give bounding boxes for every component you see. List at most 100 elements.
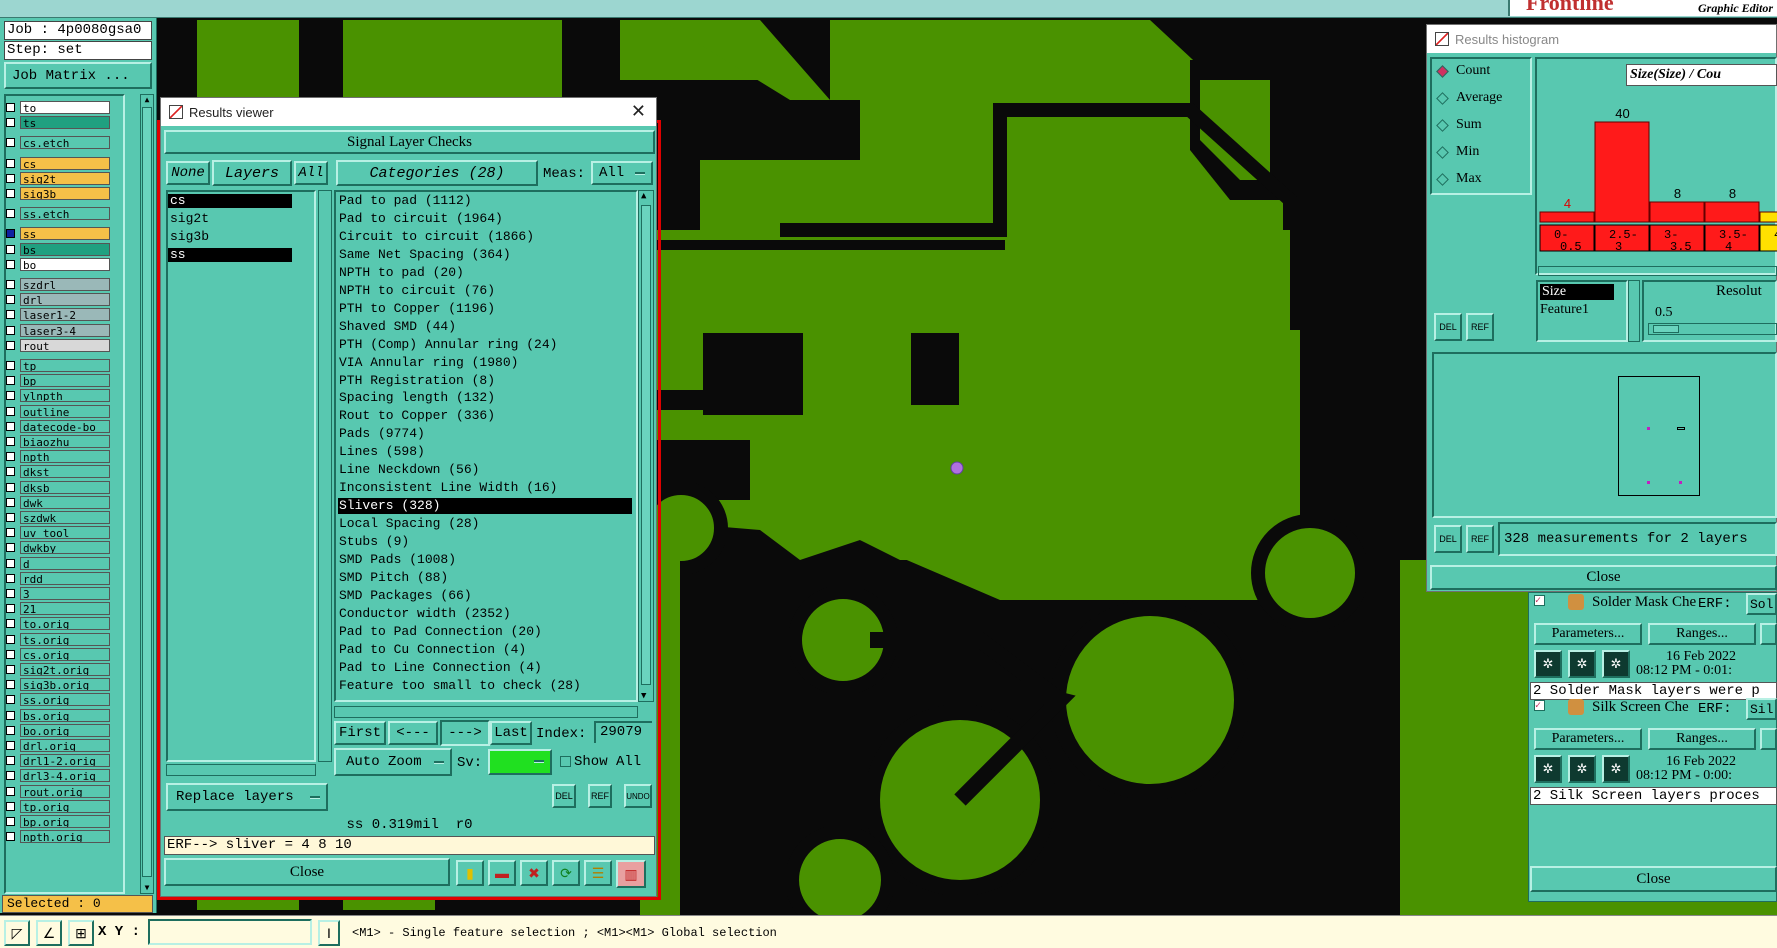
category-item[interactable]: Circuit to circuit (1866) bbox=[338, 229, 632, 245]
layer-checkbox[interactable] bbox=[6, 118, 15, 128]
layer-row[interactable]: cs.orig bbox=[6, 647, 110, 661]
layer-row[interactable]: d bbox=[6, 556, 110, 570]
layer-checkbox[interactable] bbox=[6, 528, 15, 538]
meas-dropdown[interactable]: All bbox=[591, 161, 653, 185]
category-item[interactable]: Lines (598) bbox=[338, 444, 632, 460]
layer-checkbox[interactable] bbox=[6, 173, 15, 183]
radio-diamond[interactable] bbox=[1436, 172, 1449, 186]
layer-row[interactable]: sig3b.orig bbox=[6, 678, 110, 692]
layer-checkbox[interactable] bbox=[6, 406, 15, 416]
layer-checkbox[interactable] bbox=[6, 361, 15, 370]
layer-row[interactable]: ss.orig bbox=[6, 693, 110, 707]
layer-row[interactable]: cs bbox=[6, 156, 110, 170]
category-item[interactable]: Rout to Copper (336) bbox=[338, 408, 632, 424]
extra-button[interactable] bbox=[1760, 728, 1777, 750]
layer-checkbox[interactable] bbox=[6, 801, 15, 811]
grid-icon[interactable]: ⊞ bbox=[68, 920, 94, 946]
category-item[interactable]: Same Net Spacing (364) bbox=[338, 247, 632, 263]
last-button[interactable]: Last bbox=[490, 721, 532, 745]
layer-row[interactable]: rdd bbox=[6, 571, 110, 585]
layer-row[interactable]: 21 bbox=[6, 602, 110, 616]
layer-row[interactable]: drl3-4.orig bbox=[6, 769, 110, 783]
layer-checkbox[interactable] bbox=[6, 725, 15, 735]
layer-checkbox[interactable] bbox=[6, 280, 15, 289]
erf-dropdown[interactable]: Sol bbox=[1746, 593, 1777, 615]
checks-close-button[interactable]: Close bbox=[1530, 866, 1777, 892]
radio-diamond[interactable] bbox=[1436, 145, 1449, 159]
all-button[interactable]: All bbox=[294, 161, 328, 185]
ref-button[interactable]: REF bbox=[588, 784, 612, 808]
report-icon[interactable]: ☰ bbox=[584, 860, 612, 886]
layer-checkbox[interactable] bbox=[6, 158, 15, 168]
category-item[interactable]: Inconsistent Line Width (16) bbox=[338, 480, 632, 496]
layer-checkbox[interactable] bbox=[6, 604, 15, 614]
layer-row[interactable]: to.orig bbox=[6, 617, 110, 631]
layers-list-hscroll[interactable] bbox=[166, 764, 316, 776]
histogram-bar[interactable] bbox=[1759, 211, 1777, 223]
layer-row[interactable]: szdrl bbox=[6, 278, 110, 291]
histogram-chart[interactable]: 40-0.5402.5-383-3.583.5-44 bbox=[1538, 88, 1777, 264]
layer-checkbox[interactable] bbox=[6, 634, 15, 644]
layer-row[interactable]: biaozhu bbox=[6, 435, 110, 448]
pin-icon[interactable]: ▮ bbox=[456, 860, 484, 886]
layer-checkbox[interactable] bbox=[6, 497, 15, 507]
refresh-icon[interactable]: ⟳ bbox=[552, 860, 580, 886]
category-item[interactable]: SMD Packages (66) bbox=[338, 588, 632, 604]
auto-zoom-dropdown[interactable]: Auto Zoom bbox=[334, 748, 452, 776]
layer-checkbox[interactable] bbox=[6, 103, 15, 112]
layer-row[interactable]: bp bbox=[6, 374, 110, 388]
field-list-scroll[interactable] bbox=[1628, 280, 1640, 342]
category-item[interactable]: Slivers (328) bbox=[338, 498, 632, 515]
layer-row[interactable]: ss.etch bbox=[6, 207, 110, 221]
xy-input[interactable] bbox=[148, 919, 312, 945]
ranges-button[interactable]: Ranges... bbox=[1648, 623, 1756, 645]
hist-del-button[interactable]: DEL bbox=[1434, 313, 1462, 341]
mode-radio[interactable]: Min bbox=[1436, 144, 1479, 160]
layer-row[interactable]: laser3-4 bbox=[6, 323, 110, 337]
histogram-bar[interactable] bbox=[1649, 201, 1705, 223]
category-item[interactable]: Line Neckdown (56) bbox=[338, 462, 632, 478]
layers-button[interactable]: Layers bbox=[212, 160, 292, 186]
layer-checkbox[interactable] bbox=[6, 138, 15, 148]
layer-checkbox[interactable] bbox=[6, 189, 15, 198]
close-icon[interactable]: ✕ bbox=[631, 102, 646, 120]
category-item[interactable]: Shaved SMD (44) bbox=[338, 319, 632, 335]
layer-row[interactable]: drl1-2.orig bbox=[6, 754, 110, 768]
check-enable-checkbox[interactable]: ✓ bbox=[1534, 595, 1545, 606]
layer-checkbox[interactable] bbox=[6, 452, 15, 462]
categories-scroll-thumb[interactable] bbox=[641, 205, 651, 685]
categories-hscroll[interactable] bbox=[334, 706, 638, 718]
layer-checkbox[interactable] bbox=[6, 259, 15, 269]
layer-checkbox[interactable] bbox=[6, 295, 15, 305]
layer-row[interactable]: ts bbox=[6, 116, 110, 130]
radio-diamond[interactable] bbox=[1436, 91, 1449, 105]
feature-item[interactable]: Feature1 bbox=[1540, 302, 1589, 318]
cursor-icon[interactable]: I bbox=[318, 920, 340, 946]
layer-row[interactable]: tp.orig bbox=[6, 799, 110, 813]
layer-checkbox[interactable] bbox=[6, 695, 15, 705]
index-field[interactable]: 29079 bbox=[594, 721, 652, 743]
mode-radio[interactable]: Sum bbox=[1436, 117, 1482, 133]
preview-ref-button[interactable]: REF bbox=[1466, 525, 1494, 553]
next-button[interactable]: ---> bbox=[440, 720, 490, 746]
category-item[interactable]: Pad to Cu Connection (4) bbox=[338, 642, 632, 658]
show-all-checkbox[interactable] bbox=[560, 756, 571, 767]
histogram-icon[interactable]: ▥ bbox=[616, 860, 646, 888]
snap-icon[interactable]: ∠ bbox=[36, 920, 62, 946]
run-icon[interactable]: ✲ bbox=[1602, 755, 1630, 783]
sv-color-dropdown[interactable] bbox=[488, 749, 552, 775]
category-item[interactable]: NPTH to circuit (76) bbox=[338, 283, 632, 299]
layer-checkbox[interactable] bbox=[6, 558, 15, 568]
layer-checkbox[interactable] bbox=[6, 680, 15, 690]
layer-row[interactable]: sig3b bbox=[6, 187, 110, 200]
category-item[interactable]: PTH Registration (8) bbox=[338, 373, 632, 389]
layer-row[interactable]: rout bbox=[6, 338, 110, 352]
layer-checkbox[interactable] bbox=[6, 209, 15, 219]
layer-checkbox[interactable] bbox=[6, 817, 15, 826]
monitor-icon[interactable]: ▬ bbox=[488, 860, 516, 886]
category-item[interactable]: Local Spacing (28) bbox=[338, 516, 632, 532]
mode-radio[interactable]: Max bbox=[1436, 171, 1482, 187]
layer-checkbox[interactable] bbox=[6, 573, 15, 583]
rv-layer-item[interactable]: sig3b bbox=[168, 230, 292, 244]
extra-button[interactable] bbox=[1760, 623, 1777, 645]
